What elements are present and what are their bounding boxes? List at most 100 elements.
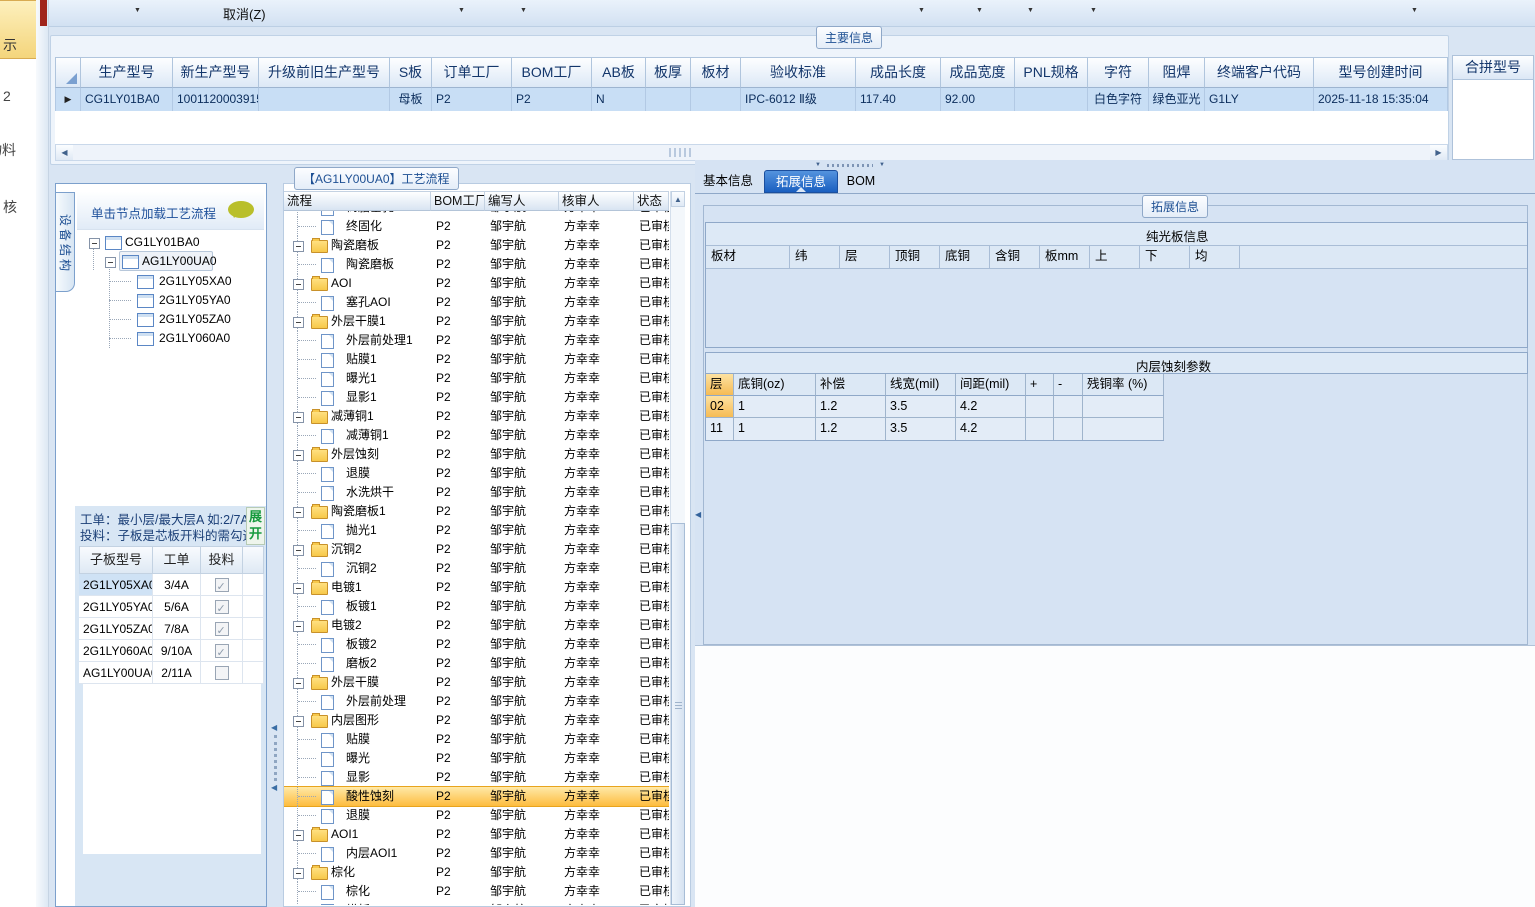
grid-cell[interactable]	[1083, 418, 1164, 440]
h-scrollbar[interactable]: ◀ ▶	[55, 144, 1448, 161]
column-header[interactable]: 上	[1090, 246, 1140, 268]
checkbox[interactable]	[214, 665, 229, 680]
grid-cell[interactable]: P2	[432, 88, 512, 111]
grid-cell[interactable]: IPC-6012 Ⅱ级	[741, 88, 856, 111]
dock-item-active[interactable]: 示	[0, 0, 41, 59]
grid-cell[interactable]	[691, 88, 741, 111]
column-header[interactable]: 生产型号	[81, 57, 173, 88]
column-header[interactable]: 顶铜	[890, 246, 940, 268]
grid-cell[interactable]: 11	[706, 418, 734, 440]
tree-collapse-icon[interactable]	[293, 621, 304, 632]
column-header[interactable]: 层	[706, 374, 734, 396]
scroll-up-icon[interactable]: ▲	[671, 191, 685, 207]
column-header[interactable]: 板mm	[1040, 246, 1090, 268]
feed-checkbox-cell[interactable]: ✓	[201, 640, 243, 662]
flow-row[interactable]: 外层前处理 P2 邹宇航 方幸幸 已审核	[284, 692, 669, 711]
grid-cell[interactable]: 2025-11-18 15:35:04	[1314, 88, 1448, 111]
tree-collapse-icon[interactable]	[293, 450, 304, 461]
column-header[interactable]: 型号创建时间	[1314, 57, 1448, 88]
column-header[interactable]: PNL规格	[1015, 57, 1088, 88]
flow-row[interactable]: 显影 P2 邹宇航 方幸幸 已审核	[284, 768, 669, 787]
column-header[interactable]: 升级前旧生产型号	[259, 57, 390, 88]
column-header[interactable]: 层	[840, 246, 890, 268]
flow-row[interactable]: 内层AOI1 P2 邹宇航 方幸幸 已审核	[284, 844, 669, 863]
tree-collapse-icon[interactable]	[293, 545, 304, 556]
sub-board-row[interactable]: 2G1LY05YA0 5/6A ✓	[79, 596, 264, 618]
column-header[interactable]: 阻焊	[1149, 57, 1205, 88]
dock-splitter[interactable]	[36, 0, 49, 907]
flow-row[interactable]: 棕化 P2 邹宇航 方幸幸 已审核	[284, 863, 669, 882]
flow-row[interactable]: 陶瓷磨板 P2 邹宇航 方幸幸 已审核	[284, 255, 669, 274]
sub-board-row[interactable]: 2G1LY05ZA0 7/8A ✓	[79, 618, 264, 640]
splitter-grip[interactable]	[274, 735, 277, 781]
tree-collapse-icon[interactable]	[293, 830, 304, 841]
flow-row[interactable]: 曝光1 P2 邹宇航 方幸幸 已审核	[284, 369, 669, 388]
flow-row[interactable]: 电镀2 P2 邹宇航 方幸幸 已审核	[284, 616, 669, 635]
sub-board-row[interactable]: 2G1LY060A0 9/10A ✓	[79, 640, 264, 662]
flow-row[interactable]: 退膜 P2 邹宇航 方幸幸 已审核	[284, 464, 669, 483]
flow-row[interactable]: 显影1 P2 邹宇航 方幸幸 已审核	[284, 388, 669, 407]
tree-collapse-icon[interactable]	[89, 238, 100, 249]
sub-board-row[interactable]: AG1LY00UA0 2/11A	[79, 662, 264, 684]
dropdown-arrow-icon[interactable]: ▼	[1090, 7, 1097, 14]
flow-row[interactable]: 内层图形 P2 邹宇航 方幸幸 已审核	[284, 711, 669, 730]
tab-device-structure[interactable]: 设备结构	[56, 192, 75, 292]
tab-basic-info[interactable]: 基本信息	[698, 170, 758, 193]
tab-extended-info[interactable]: 拓展信息	[764, 170, 838, 193]
dropdown-arrow-icon[interactable]: ▼	[520, 7, 527, 14]
flow-row[interactable]: 陶瓷磨板 P2 邹宇航 方幸幸 已审核	[284, 236, 669, 255]
dock-item[interactable]: 2	[3, 88, 11, 104]
flow-row[interactable]: 贴膜 P2 邹宇航 方幸幸 已审核	[284, 730, 669, 749]
grid-cell[interactable]: 4.2	[956, 396, 1026, 418]
scroll-left-icon[interactable]: ◀	[56, 145, 73, 160]
column-header[interactable]: 间距(mil)	[956, 374, 1026, 396]
checkbox-checked[interactable]: ✓	[214, 621, 229, 637]
column-header[interactable]: 含铜	[990, 246, 1040, 268]
flow-row[interactable]: 曝光 P2 邹宇航 方幸幸 已审核	[284, 749, 669, 768]
tree-collapse-icon[interactable]	[293, 868, 304, 879]
grid-cell[interactable]: 117.40	[856, 88, 941, 111]
column-header[interactable]: 板材	[691, 57, 741, 88]
grid-cell[interactable]	[1026, 418, 1054, 440]
grid-cell[interactable]: 02	[706, 396, 734, 418]
flow-row[interactable]: 外层干膜1 P2 邹宇航 方幸幸 已审核	[284, 312, 669, 331]
grid-cell[interactable]: 1.2	[816, 418, 886, 440]
column-header[interactable]: BOM工厂	[431, 191, 485, 211]
column-header[interactable]: 底铜(oz)	[734, 374, 816, 396]
expand-button[interactable]: 展开	[246, 507, 265, 545]
top-splitter-grip[interactable]: ▼ ▼	[815, 162, 885, 170]
grid-cell[interactable]: 1	[734, 396, 816, 418]
column-header[interactable]: 线宽(mil)	[886, 374, 956, 396]
column-header[interactable]: +	[1026, 374, 1054, 396]
column-header[interactable]: 子板型号	[79, 546, 153, 574]
tree-collapse-icon[interactable]	[293, 678, 304, 689]
tree-collapse-icon[interactable]	[293, 716, 304, 727]
feed-checkbox-cell[interactable]: ✓	[201, 618, 243, 640]
column-header[interactable]: -	[1054, 374, 1083, 396]
flow-row[interactable]: 沉铜2 P2 邹宇航 方幸幸 已审核	[284, 540, 669, 559]
column-header[interactable]: 工单	[153, 546, 201, 574]
select-all-corner[interactable]	[55, 57, 81, 88]
scroll-right-icon[interactable]: ▶	[1430, 145, 1447, 160]
column-header[interactable]: S板	[390, 57, 432, 88]
flow-row[interactable]: 减薄铜1 P2 邹宇航 方幸幸 已审核	[284, 407, 669, 426]
tree-collapse-icon[interactable]	[293, 241, 304, 252]
grid-cell[interactable]	[1054, 418, 1083, 440]
sub-board-row[interactable]: 2G1LY05XA0 3/4A ✓	[79, 574, 264, 596]
feed-checkbox-cell[interactable]: ✓	[201, 574, 243, 596]
flow-row[interactable]: 陶瓷磨板1 P2 邹宇航 方幸幸 已审核	[284, 502, 669, 521]
column-header[interactable]: 板材	[706, 246, 790, 268]
column-header[interactable]: 补偿	[816, 374, 886, 396]
column-header[interactable]: 下	[1140, 246, 1190, 268]
column-header[interactable]: 成品宽度	[941, 57, 1015, 88]
grid-cell[interactable]: 母板	[390, 88, 432, 111]
flow-row[interactable]: 水洗烘干 P2 邹宇航 方幸幸 已审核	[284, 483, 669, 502]
grid-cell[interactable]	[1054, 396, 1083, 418]
flow-row[interactable]: 板镀1 P2 邹宇航 方幸幸 已审核	[284, 597, 669, 616]
tree-collapse-icon[interactable]	[105, 257, 116, 268]
grid-cell[interactable]: 1	[734, 418, 816, 440]
feed-checkbox-cell[interactable]	[201, 662, 243, 684]
grid-cell[interactable]: N	[592, 88, 646, 111]
column-header[interactable]: 终端客户代码	[1205, 57, 1314, 88]
dropdown-arrow-icon[interactable]: ▼	[918, 7, 925, 14]
